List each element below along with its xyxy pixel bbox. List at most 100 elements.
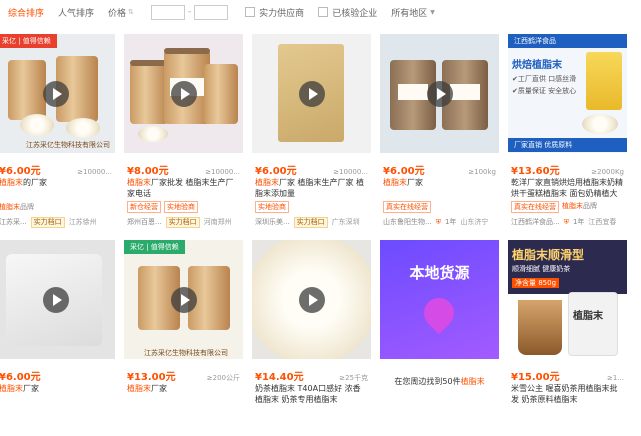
strong-supplier-filter[interactable]: 实力供应商 bbox=[245, 6, 304, 19]
price-min-input[interactable] bbox=[150, 4, 185, 20]
tag: 真实在线经营 bbox=[511, 201, 559, 213]
min-order: ≥25千克 bbox=[339, 374, 368, 382]
chevron-down-icon: ▼ bbox=[430, 8, 435, 16]
strong-supplier-label: 实力供应商 bbox=[259, 8, 305, 19]
product-card[interactable]: ¥6.00元 植脂末厂家 bbox=[0, 240, 115, 436]
shop-info: 山东鲁阳生物... ⛨ 1年 山东济宁 bbox=[383, 216, 496, 228]
tag-list: 实地验商 bbox=[255, 201, 368, 213]
product-title[interactable]: 植脂末厂家 bbox=[383, 177, 496, 199]
brand-line: 植脂末品牌 bbox=[0, 203, 34, 211]
local-source-card[interactable]: 本地货源 在您周边找到50件植脂末 bbox=[380, 240, 499, 436]
tag: 新仓经营 bbox=[127, 201, 161, 213]
play-icon[interactable] bbox=[427, 81, 453, 107]
product-title[interactable]: 植脂末的厂家 bbox=[0, 177, 112, 199]
tag-list: 新仓经营 实地验商 bbox=[127, 201, 240, 213]
product-card[interactable]: 采亿 | 值得信赖 江苏采亿生物科技有限公司 ¥13.00元 ≥200公斤 植脂… bbox=[124, 240, 243, 436]
shield-icon: ⛨ bbox=[435, 217, 441, 226]
product-card[interactable]: ¥8.00元 ≥10000... 植脂末厂家批发 植脂末生产厂家电话 新仓经营 … bbox=[124, 34, 243, 230]
shop-info: 深圳乐美... 实力档口 广东深圳 bbox=[255, 216, 368, 228]
product-image[interactable]: 采亿 | 值得信赖 江苏采亿生物科技有限公司 bbox=[0, 34, 115, 153]
product-title[interactable]: 植脂末厂家 bbox=[0, 383, 112, 405]
product-price: ¥14.40元 bbox=[255, 372, 304, 383]
min-order: ≥10000... bbox=[333, 168, 368, 176]
years-badge: 1年 bbox=[444, 218, 457, 226]
image-subtitle: 顺滑细腻 健康奶茶 bbox=[512, 265, 571, 273]
local-source-banner[interactable]: 本地货源 bbox=[380, 240, 499, 359]
verified-company-filter[interactable]: 已核验企业 bbox=[318, 6, 377, 19]
sort-popularity[interactable]: 人气排序 bbox=[58, 6, 94, 19]
shop-name[interactable]: 江苏采... bbox=[0, 217, 27, 227]
play-icon[interactable] bbox=[171, 287, 197, 313]
image-point: ✔工厂直供 口感丝滑 bbox=[512, 75, 577, 83]
product-title[interactable]: 植脂末厂家 bbox=[127, 383, 240, 405]
product-price: ¥6.00元 bbox=[0, 372, 41, 383]
product-price: ¥13.60元 bbox=[511, 166, 560, 177]
price-filter[interactable]: 价格 ⇅ bbox=[108, 6, 134, 19]
product-image[interactable] bbox=[124, 34, 243, 153]
product-card[interactable]: ¥6.00元 ≥10000... 植脂末厂家 植脂末生产厂家 植脂末添加量 实地… bbox=[252, 34, 371, 230]
shop-name[interactable]: 郑州百恩... bbox=[127, 217, 162, 227]
product-card[interactable]: 植脂末顺滑型 顺滑细腻 健康奶茶 净含量 850g 植脂末 ¥15.00元 ≥1… bbox=[508, 240, 627, 436]
shop-name[interactable]: 江西鹤洋食品... bbox=[511, 217, 560, 227]
price-dash: - bbox=[187, 7, 192, 17]
shop-name[interactable]: 山东鲁阳生物... bbox=[383, 217, 432, 227]
product-title[interactable]: 植脂末厂家 植脂末生产厂家 植脂末添加量 bbox=[255, 177, 368, 199]
product-image[interactable]: 江西鹤洋食品 烘焙植脂末 ✔工厂直供 口感丝滑 ✔质量保证 安全放心 厂家直销 … bbox=[508, 34, 627, 153]
product-title[interactable]: 植脂末厂家批发 植脂末生产厂家电话 bbox=[127, 177, 240, 199]
years-badge: 1年 bbox=[572, 218, 585, 226]
product-image[interactable] bbox=[0, 240, 115, 359]
shop-name[interactable]: 深圳乐美... bbox=[255, 217, 290, 227]
image-footer: 厂家直销 优质原料 bbox=[508, 138, 627, 152]
checkbox-icon[interactable] bbox=[318, 7, 329, 17]
brand-line: 植脂末品牌 bbox=[562, 202, 597, 210]
product-price: ¥8.00元 bbox=[127, 166, 169, 177]
supplier-badge: 实力档口 bbox=[293, 216, 328, 228]
product-title[interactable]: 米雪公主 喔喜奶茶用植脂末批发 奶茶原料植脂末 bbox=[511, 383, 624, 405]
image-caption: 江苏采亿生物科技有限公司 bbox=[26, 141, 110, 149]
shop-city: 河南郑州 bbox=[203, 218, 232, 226]
shop-city: 江苏徐州 bbox=[68, 218, 97, 226]
region-filter[interactable]: 所有地区 ▼ bbox=[391, 6, 435, 19]
supplier-badge: 实力档口 bbox=[30, 216, 65, 228]
product-image[interactable] bbox=[380, 34, 499, 153]
min-order: ≥10000... bbox=[205, 168, 240, 176]
shop-city: 江西宜春 bbox=[588, 218, 617, 226]
image-banner: 采亿 | 值得信赖 bbox=[0, 34, 57, 48]
product-image[interactable] bbox=[252, 34, 371, 153]
play-icon[interactable] bbox=[299, 287, 325, 313]
product-title[interactable]: 乾洋厂家直销烘焙用植脂末奶精 烘干蛋糕植脂末 面包奶精植大量批发 bbox=[511, 177, 624, 199]
image-header: 江西鹤洋食品 bbox=[508, 34, 627, 48]
tag: 实地验商 bbox=[255, 201, 289, 213]
image-point: ✔质量保证 安全放心 bbox=[512, 87, 577, 95]
product-price: ¥6.00元 bbox=[255, 166, 297, 177]
sort-updown-icon: ⇅ bbox=[128, 8, 134, 16]
product-card[interactable]: 江西鹤洋食品 烘焙植脂末 ✔工厂直供 口感丝滑 ✔质量保证 安全放心 厂家直销 … bbox=[508, 34, 627, 230]
local-source-link[interactable]: 在您周边找到50件植脂末 bbox=[380, 376, 499, 387]
image-title: 烘焙植脂末 bbox=[512, 60, 562, 71]
play-icon[interactable] bbox=[299, 81, 325, 107]
play-icon[interactable] bbox=[171, 81, 197, 107]
shop-city: 广东深圳 bbox=[331, 218, 360, 226]
verified-company-label: 已核验企业 bbox=[332, 8, 378, 19]
shield-icon: ⛨ bbox=[563, 217, 569, 226]
shop-info: 郑州百恩... 实力档口 河南郑州 bbox=[127, 216, 240, 228]
tag-list: 真实在线经营 植脂末品牌 bbox=[511, 201, 624, 213]
shop-city: 山东济宁 bbox=[460, 218, 489, 226]
region-label: 所有地区 bbox=[391, 8, 428, 19]
sort-overall[interactable]: 综合排序 bbox=[8, 6, 44, 19]
checkbox-icon[interactable] bbox=[245, 7, 256, 17]
play-icon[interactable] bbox=[43, 81, 69, 107]
shop-info: 江苏采... 实力档口 江苏徐州 bbox=[0, 216, 112, 228]
min-order: ≥100kg bbox=[468, 168, 496, 176]
product-title[interactable]: 奶茶植脂末 T40A口感好 浓香植脂末 奶茶专用植脂末 bbox=[255, 383, 368, 405]
product-card[interactable]: ¥6.00元 ≥100kg 植脂末厂家 真实在线经营 山东鲁阳生物... ⛨ 1… bbox=[380, 34, 499, 230]
min-order: ≥10000... bbox=[77, 168, 112, 176]
product-image[interactable] bbox=[252, 240, 371, 359]
product-image[interactable]: 植脂末顺滑型 顺滑细腻 健康奶茶 净含量 850g 植脂末 bbox=[508, 240, 627, 359]
product-card[interactable]: 采亿 | 值得信赖 江苏采亿生物科技有限公司 ¥6.00元 ≥10000... … bbox=[0, 34, 115, 230]
play-icon[interactable] bbox=[43, 287, 69, 313]
product-image[interactable]: 采亿 | 值得信赖 江苏采亿生物科技有限公司 bbox=[124, 240, 243, 359]
price-max-input[interactable] bbox=[194, 4, 229, 20]
min-order: ≥1... bbox=[607, 374, 624, 382]
product-card[interactable]: ¥14.40元 ≥25千克 奶茶植脂末 T40A口感好 浓香植脂末 奶茶专用植脂… bbox=[252, 240, 371, 436]
